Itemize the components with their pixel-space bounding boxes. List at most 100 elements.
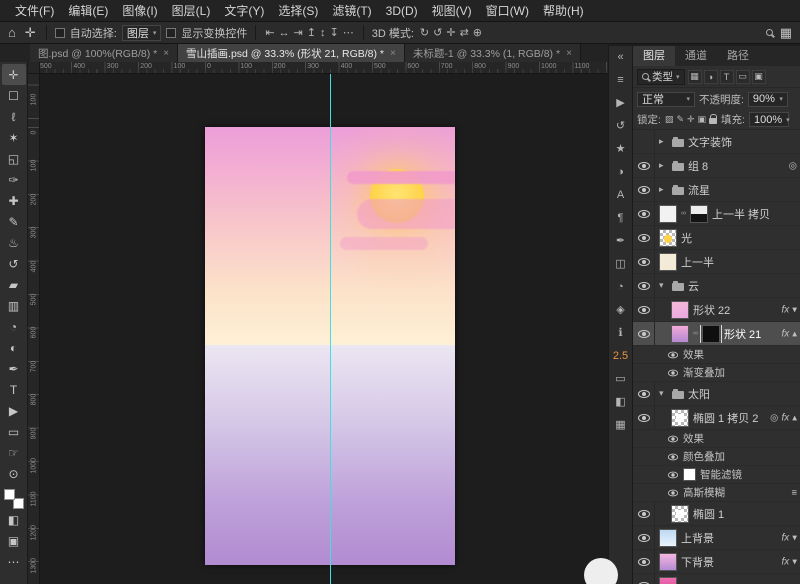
layer-row[interactable]: 智能滤镜 bbox=[633, 466, 800, 484]
edit-toolbar-icon[interactable]: ⋯ bbox=[2, 551, 26, 572]
sliders-panel-icon[interactable]: ≡ bbox=[617, 73, 623, 88]
align-right-icon[interactable]: ⇥ bbox=[293, 23, 304, 43]
home-icon[interactable]: ⌂ bbox=[6, 23, 18, 43]
search-icon[interactable] bbox=[766, 29, 773, 36]
layer-thumbnail[interactable] bbox=[659, 253, 677, 271]
paragraph-panel-icon[interactable]: ¶ bbox=[618, 211, 624, 226]
adjustments-panel-icon[interactable]: ◑ bbox=[617, 165, 624, 180]
layer-group-row[interactable]: ▾太阳 bbox=[633, 382, 800, 406]
eye-icon[interactable] bbox=[668, 369, 678, 376]
align-top-icon[interactable]: ↥ bbox=[306, 23, 317, 43]
more-align-icon[interactable]: ⋯ bbox=[342, 23, 355, 43]
eye-icon[interactable] bbox=[668, 351, 678, 358]
effects-caret-icon[interactable]: ▴ bbox=[792, 328, 797, 339]
screen-mode-icon[interactable]: ▣ bbox=[2, 530, 26, 551]
layer-thumbnail[interactable] bbox=[671, 505, 689, 523]
menu-item[interactable]: 文字(Y) bbox=[217, 0, 271, 22]
actions-panel-icon[interactable]: ▶ bbox=[616, 96, 624, 111]
collapse-caret-icon[interactable]: ▾ bbox=[659, 388, 668, 399]
smart-object-icon[interactable]: ◎ bbox=[789, 160, 797, 171]
type-filter-icon[interactable]: T bbox=[720, 70, 734, 84]
layer-row[interactable]: 效果 bbox=[633, 430, 800, 448]
lasso-tool[interactable]: ℓ bbox=[2, 106, 26, 127]
character-panel-icon[interactable]: A bbox=[617, 188, 624, 203]
layer-thumbnail[interactable] bbox=[671, 325, 689, 343]
current-tool-icon[interactable]: ✛ bbox=[23, 23, 38, 43]
3d-panel-icon[interactable]: ◫ bbox=[615, 257, 625, 272]
layer-row[interactable]: 颜色叠加 bbox=[633, 448, 800, 466]
menu-item[interactable]: 图像(I) bbox=[115, 0, 164, 22]
visibility-toggle[interactable] bbox=[633, 406, 655, 429]
layer-row[interactable]: ∞上一半 拷贝 bbox=[633, 202, 800, 226]
eye-icon[interactable] bbox=[668, 471, 678, 478]
lock-all-icon[interactable] bbox=[709, 118, 717, 124]
visibility-toggle[interactable] bbox=[633, 550, 655, 573]
layer-row[interactable]: 高斯模糊≡ bbox=[633, 484, 800, 502]
blend-mode-dropdown[interactable]: 正常▾ bbox=[637, 92, 695, 107]
layer-row[interactable]: 上背景fx▾ bbox=[633, 526, 800, 550]
eye-icon[interactable] bbox=[668, 435, 678, 442]
styles-panel-icon[interactable]: ★ bbox=[616, 142, 626, 157]
document-tab[interactable]: 雪山插画.psd @ 33.3% (形状 21, RGB/8) *× bbox=[178, 44, 405, 62]
document-tab[interactable]: 图.psd @ 100%(RGB/8) *× bbox=[30, 44, 178, 62]
fx-badge[interactable]: fx bbox=[781, 412, 789, 423]
properties-panel-icon[interactable]: ◔ bbox=[617, 280, 624, 295]
eraser-tool[interactable]: ▰ bbox=[2, 274, 26, 295]
crop-tool[interactable]: ◱ bbox=[2, 148, 26, 169]
workspace-icon[interactable]: ▦ bbox=[778, 23, 794, 43]
visibility-toggle[interactable] bbox=[633, 574, 655, 584]
layer-thumbnail[interactable] bbox=[659, 577, 677, 584]
eye-icon[interactable] bbox=[668, 453, 678, 460]
layer-row[interactable]: 椭圆 1 拷贝 2◎fx▴ bbox=[633, 406, 800, 430]
quick-selection-tool[interactable]: ✶ bbox=[2, 127, 26, 148]
history-panel-icon[interactable]: ↺ bbox=[616, 119, 625, 134]
color-swatches[interactable] bbox=[4, 489, 24, 509]
effects-caret-icon[interactable]: ▾ bbox=[792, 304, 797, 315]
vertical-ruler[interactable]: 1000100200300400500600700800900100011001… bbox=[28, 74, 40, 584]
layer-group-row[interactable]: ▾云 bbox=[633, 274, 800, 298]
layer-group-row[interactable]: ▸组 8◎ bbox=[633, 154, 800, 178]
annotation-badge[interactable]: 2.5 bbox=[613, 349, 628, 364]
expand-caret-icon[interactable]: ▸ bbox=[659, 184, 668, 195]
layer-row[interactable]: 光 bbox=[633, 226, 800, 250]
visibility-toggle[interactable] bbox=[633, 130, 655, 153]
fx-badge[interactable]: fx bbox=[781, 304, 789, 315]
lock-transparent-icon[interactable]: ▨ bbox=[665, 114, 674, 125]
smart-object-icon[interactable]: ◎ bbox=[770, 412, 778, 423]
align-left-icon[interactable]: ⇤ bbox=[264, 23, 275, 43]
menu-item[interactable]: 图层(L) bbox=[165, 0, 218, 22]
eye-icon[interactable] bbox=[668, 489, 678, 496]
hand-tool[interactable]: ☞ bbox=[2, 442, 26, 463]
clone-stamp-tool[interactable]: ♨ bbox=[2, 232, 26, 253]
path-select-tool[interactable]: ▶ bbox=[2, 400, 26, 421]
lock-artboard-icon[interactable]: ▣ bbox=[698, 114, 707, 125]
layer-row[interactable]: 渐变叠加 bbox=[633, 364, 800, 382]
mask-thumbnail[interactable] bbox=[702, 325, 720, 343]
layer-thumbnail[interactable] bbox=[659, 205, 677, 223]
effects-caret-icon[interactable]: ≡ bbox=[791, 487, 797, 498]
layer-filter-type-dropdown[interactable]: 类型 ▾ bbox=[637, 69, 685, 85]
align-bottom-icon[interactable]: ↧ bbox=[329, 23, 340, 43]
foreground-color-swatch[interactable] bbox=[4, 489, 15, 500]
lock-image-icon[interactable]: ✎ bbox=[676, 114, 684, 125]
3d-zoom-icon[interactable]: ⊕ bbox=[472, 23, 483, 43]
type-tool[interactable]: T bbox=[2, 379, 26, 400]
panel-tab[interactable]: 图层 bbox=[633, 46, 675, 66]
fx-badge[interactable]: fx bbox=[781, 328, 789, 339]
visibility-toggle[interactable] bbox=[633, 382, 655, 405]
lock-position-icon[interactable]: ✛ bbox=[687, 114, 695, 125]
guide-line[interactable] bbox=[330, 74, 331, 584]
layer-row[interactable] bbox=[633, 574, 800, 584]
menu-item[interactable]: 选择(S) bbox=[271, 0, 325, 22]
eyedropper-tool[interactable]: ✑ bbox=[2, 169, 26, 190]
brush-tool[interactable]: ✎ bbox=[2, 211, 26, 232]
layer-thumbnail[interactable] bbox=[659, 529, 677, 547]
align-v-center-icon[interactable]: ↕ bbox=[319, 23, 327, 43]
visibility-toggle[interactable] bbox=[633, 226, 655, 249]
auto-select-dropdown[interactable]: 图层▾ bbox=[122, 25, 162, 41]
layer-thumbnail[interactable] bbox=[659, 229, 677, 247]
collapse-dock-icon[interactable]: « bbox=[617, 50, 623, 65]
dodge-tool[interactable]: ◐ bbox=[2, 337, 26, 358]
effects-caret-icon[interactable]: ▾ bbox=[792, 556, 797, 567]
layer-thumbnail[interactable] bbox=[671, 409, 689, 427]
